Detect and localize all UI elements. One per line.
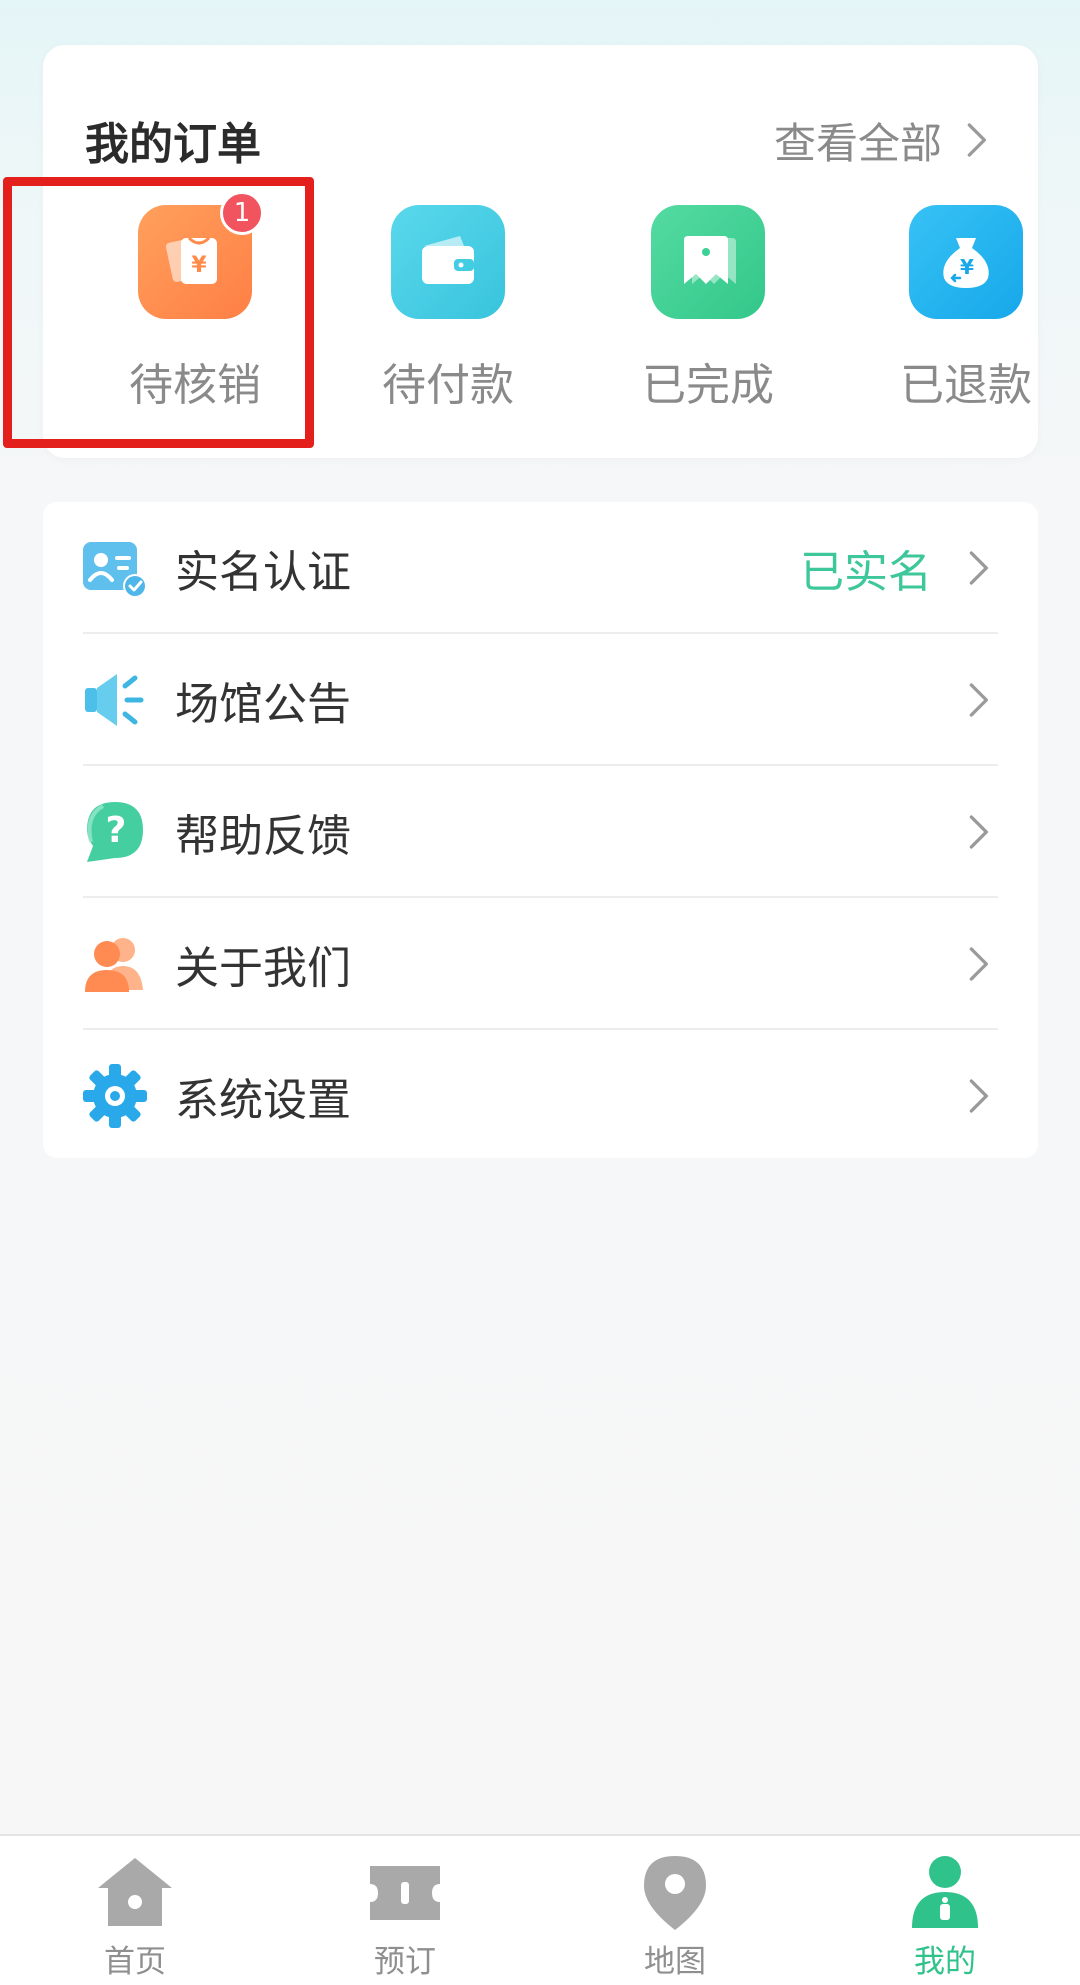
id-card-icon <box>81 534 149 602</box>
voucher-icon: ¥ 1 <box>138 191 264 319</box>
view-all-label: 查看全部 <box>773 118 942 168</box>
tab-booking[interactable]: 预订 <box>270 1836 540 1985</box>
menu-card: 实名认证 已实名 场馆公告 ? 帮助反馈 关于我们 系统设置 <box>43 502 1038 1158</box>
view-all-link[interactable]: 查看全部 <box>774 110 996 171</box>
home-icon <box>94 1852 176 1934</box>
tab-map[interactable]: 地图 <box>540 1836 810 1985</box>
svg-text:?: ? <box>106 810 127 851</box>
svg-text:¥: ¥ <box>960 255 974 279</box>
orders-title: 我的订单 <box>85 119 261 170</box>
order-label: 待核销 <box>129 360 261 411</box>
tab-label: 地图 <box>644 1944 706 1980</box>
menu-item-right: 已实名 <box>800 536 998 600</box>
users-icon <box>81 930 149 998</box>
ticket-icon <box>651 205 765 319</box>
menu-item-real-name[interactable]: 实名认证 已实名 <box>43 502 1038 634</box>
chevron-right-icon <box>958 548 998 588</box>
tab-label: 预订 <box>374 1944 436 1980</box>
menu-item-right <box>958 1076 998 1116</box>
order-status-grid: ¥ 1 待核销 待付款 已完成 ¥ 已退款 <box>43 191 1038 440</box>
tab-label: 我的 <box>914 1944 976 1980</box>
menu-item-label: 帮助反馈 <box>175 811 351 862</box>
chevron-right-icon <box>958 1076 998 1116</box>
wallet-icon <box>391 205 505 319</box>
order-label: 已退款 <box>900 360 1032 411</box>
svg-text:¥: ¥ <box>191 253 207 278</box>
verification-status: 已实名 <box>800 547 932 598</box>
chevron-right-icon <box>958 944 998 984</box>
order-pending-payment[interactable]: 待付款 <box>328 200 568 440</box>
help-icon: ? <box>81 798 149 866</box>
orders-card: 我的订单 查看全部 ¥ 1 待核销 待付款 已完成 ¥ 已退款 <box>43 45 1038 458</box>
menu-item-right <box>958 680 998 720</box>
order-label: 待付款 <box>382 360 514 411</box>
money-bag-icon: ¥ <box>909 205 1023 319</box>
chevron-right-icon <box>956 120 996 160</box>
chevron-right-icon <box>958 680 998 720</box>
order-refunded[interactable]: ¥ 已退款 <box>846 200 1080 440</box>
order-completed[interactable]: 已完成 <box>588 200 828 440</box>
speaker-icon <box>81 666 149 734</box>
menu-item-label: 场馆公告 <box>175 679 351 730</box>
order-label: 已完成 <box>642 360 774 411</box>
map-pin-icon <box>634 1852 716 1934</box>
order-badge-count: 1 <box>220 191 264 235</box>
chevron-right-icon <box>958 812 998 852</box>
tab-mine[interactable]: 我的 <box>810 1836 1080 1985</box>
gear-icon <box>81 1062 149 1130</box>
menu-item-label: 系统设置 <box>175 1075 351 1126</box>
menu-item-right <box>958 812 998 852</box>
bottom-tab-bar: 首页 预订 地图 我的 <box>0 1834 1080 1985</box>
menu-item-about-us[interactable]: 关于我们 <box>43 898 1038 1030</box>
menu-item-right <box>958 944 998 984</box>
menu-item-label: 关于我们 <box>175 943 351 994</box>
menu-item-settings[interactable]: 系统设置 <box>43 1030 1038 1162</box>
orders-header: 我的订单 查看全部 <box>85 105 996 175</box>
menu-item-help-feedback[interactable]: ? 帮助反馈 <box>43 766 1038 898</box>
tab-label: 首页 <box>104 1944 166 1980</box>
menu-item-announcements[interactable]: 场馆公告 <box>43 634 1038 766</box>
tab-home[interactable]: 首页 <box>0 1836 270 1985</box>
order-pending-verification[interactable]: ¥ 1 待核销 <box>75 191 315 440</box>
menu-item-label: 实名认证 <box>175 547 351 598</box>
ticket-tab-icon <box>364 1852 446 1934</box>
profile-icon <box>904 1852 986 1934</box>
